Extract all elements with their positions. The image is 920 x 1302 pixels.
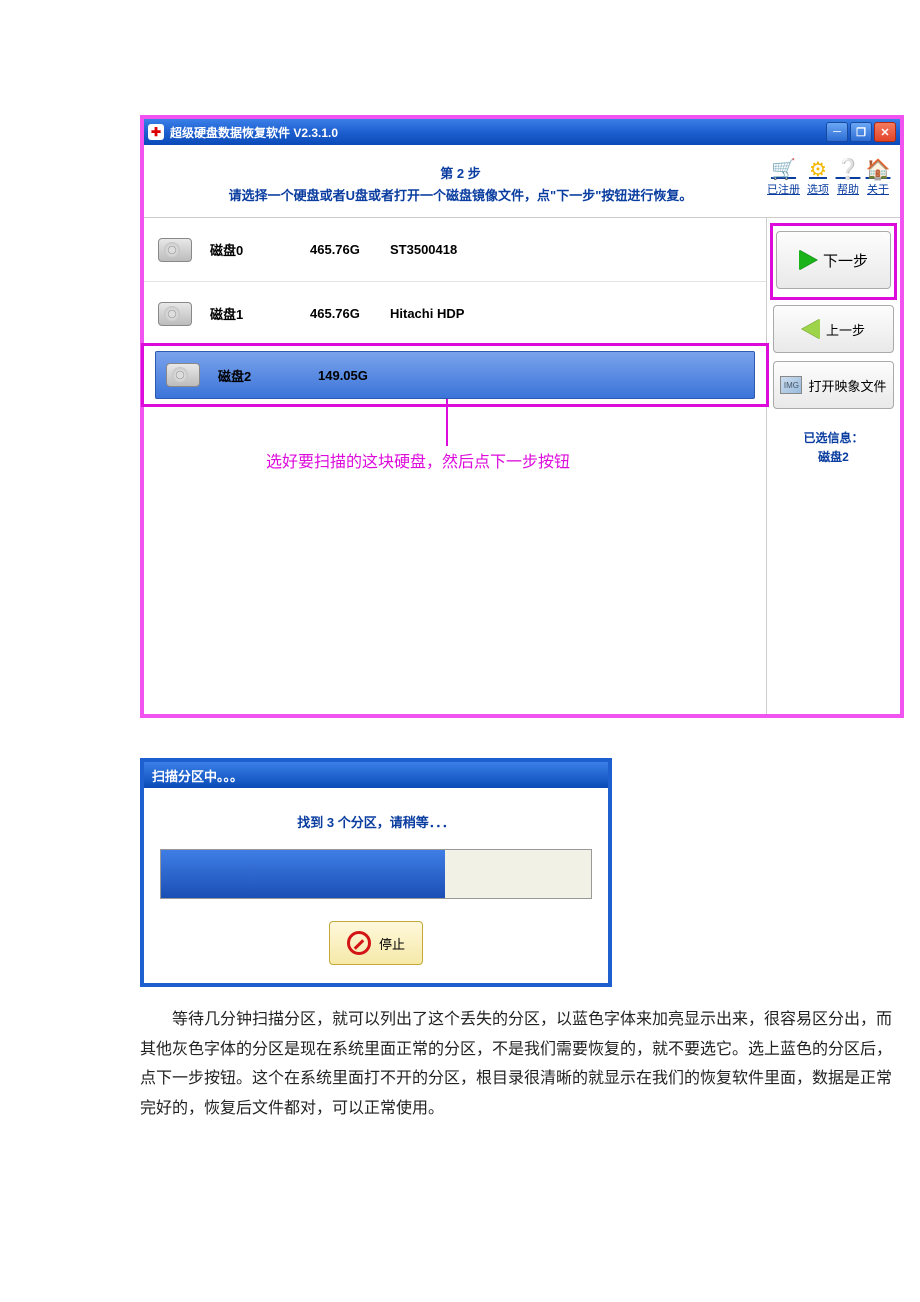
disk-model: Hitachi HDP bbox=[390, 306, 464, 321]
step-number: 第 2 步 bbox=[154, 163, 767, 185]
selected-info-label: 已选信息： bbox=[773, 429, 894, 448]
disk-name: 磁盘0 bbox=[210, 240, 310, 259]
description-paragraph: 等待几分钟扫描分区，就可以列出了这个丢失的分区，以蓝色字体来加亮显示出来，很容易… bbox=[140, 1005, 900, 1123]
stop-button[interactable]: 停止 bbox=[329, 921, 423, 965]
disk-size: 465.76G bbox=[310, 242, 390, 257]
prev-label: 上一步 bbox=[826, 320, 865, 339]
next-button[interactable]: 下一步 bbox=[776, 231, 891, 289]
minimize-button[interactable]: ─ bbox=[826, 122, 848, 142]
disk-icon bbox=[166, 363, 200, 387]
progress-title: 扫描分区中。。。 bbox=[144, 762, 608, 788]
home-icon: 🏠 bbox=[866, 157, 890, 181]
stop-icon bbox=[347, 931, 371, 955]
disk-row[interactable]: 磁盘0 465.76G ST3500418 bbox=[144, 218, 766, 282]
help-icon: ❔ bbox=[836, 157, 860, 181]
progress-fill bbox=[161, 850, 445, 898]
app-window: ✚ 超级硬盘数据恢复软件 V2.3.1.0 ─ ❐ ✕ 第 2 步 请选择一个硬… bbox=[140, 115, 904, 718]
arrow-right-icon bbox=[799, 250, 817, 270]
progress-dialog: 扫描分区中。。。 找到 3 个分区，请稍等．．． 停止 bbox=[140, 758, 612, 987]
selected-info-value: 磁盘2 bbox=[773, 448, 894, 467]
registered-label: 已注册 bbox=[767, 181, 800, 197]
annotation-text: 选好要扫描的这块硬盘，然后点下一步按钮 bbox=[266, 448, 570, 472]
app-icon: ✚ bbox=[148, 124, 164, 140]
disk-size: 149.05G bbox=[318, 368, 398, 383]
disk-name: 磁盘1 bbox=[210, 304, 310, 323]
annotation-zone: 选好要扫描的这块硬盘，然后点下一步按钮 bbox=[144, 404, 766, 714]
disk-name: 磁盘2 bbox=[218, 366, 318, 385]
registered-link[interactable]: 🛒 已注册 bbox=[767, 157, 800, 197]
step-instruction: 请选择一个硬盘或者U盘或者打开一个磁盘镜像文件，点"下一步"按钮进行恢复。 bbox=[154, 185, 767, 207]
open-image-button[interactable]: IMG 打开映象文件 bbox=[773, 361, 894, 409]
help-label: 帮助 bbox=[837, 181, 859, 197]
options-label: 选项 bbox=[807, 181, 829, 197]
help-link[interactable]: ❔ 帮助 bbox=[836, 157, 860, 197]
arrow-left-icon bbox=[802, 319, 820, 339]
window-title: 超级硬盘数据恢复软件 V2.3.1.0 bbox=[170, 124, 826, 141]
stop-label: 停止 bbox=[379, 934, 405, 953]
disk-model: ST3500418 bbox=[390, 242, 457, 257]
disk-row[interactable]: 磁盘1 465.76G Hitachi HDP bbox=[144, 282, 766, 346]
selected-info: 已选信息： 磁盘2 bbox=[773, 429, 894, 467]
open-image-label: 打开映象文件 bbox=[808, 376, 886, 395]
about-link[interactable]: 🏠 关于 bbox=[866, 157, 890, 197]
disk-icon bbox=[158, 302, 192, 326]
disk-icon bbox=[158, 238, 192, 262]
next-label: 下一步 bbox=[823, 250, 868, 271]
step-info: 第 2 步 请选择一个硬盘或者U盘或者打开一个磁盘镜像文件，点"下一步"按钮进行… bbox=[154, 157, 767, 207]
about-label: 关于 bbox=[867, 181, 889, 197]
prev-button[interactable]: 上一步 bbox=[773, 305, 894, 353]
options-link[interactable]: ⚙ 选项 bbox=[806, 157, 830, 197]
side-panel: 下一步 上一步 IMG 打开映象文件 已选信息： 磁盘2 bbox=[766, 218, 900, 714]
progress-message: 找到 3 个分区，请稍等．．． bbox=[160, 812, 592, 831]
close-button[interactable]: ✕ bbox=[874, 122, 896, 142]
disk-row-selected[interactable]: 磁盘2 149.05G bbox=[141, 343, 769, 407]
maximize-button[interactable]: ❐ bbox=[850, 122, 872, 142]
cart-icon: 🛒 bbox=[772, 157, 796, 181]
progress-bar bbox=[160, 849, 592, 899]
image-file-icon: IMG bbox=[780, 376, 802, 394]
gear-icon: ⚙ bbox=[806, 157, 830, 181]
disk-list: 磁盘0 465.76G ST3500418 磁盘1 465.76G Hitach… bbox=[144, 218, 766, 714]
titlebar[interactable]: ✚ 超级硬盘数据恢复软件 V2.3.1.0 ─ ❐ ✕ bbox=[144, 119, 900, 145]
disk-size: 465.76G bbox=[310, 306, 390, 321]
